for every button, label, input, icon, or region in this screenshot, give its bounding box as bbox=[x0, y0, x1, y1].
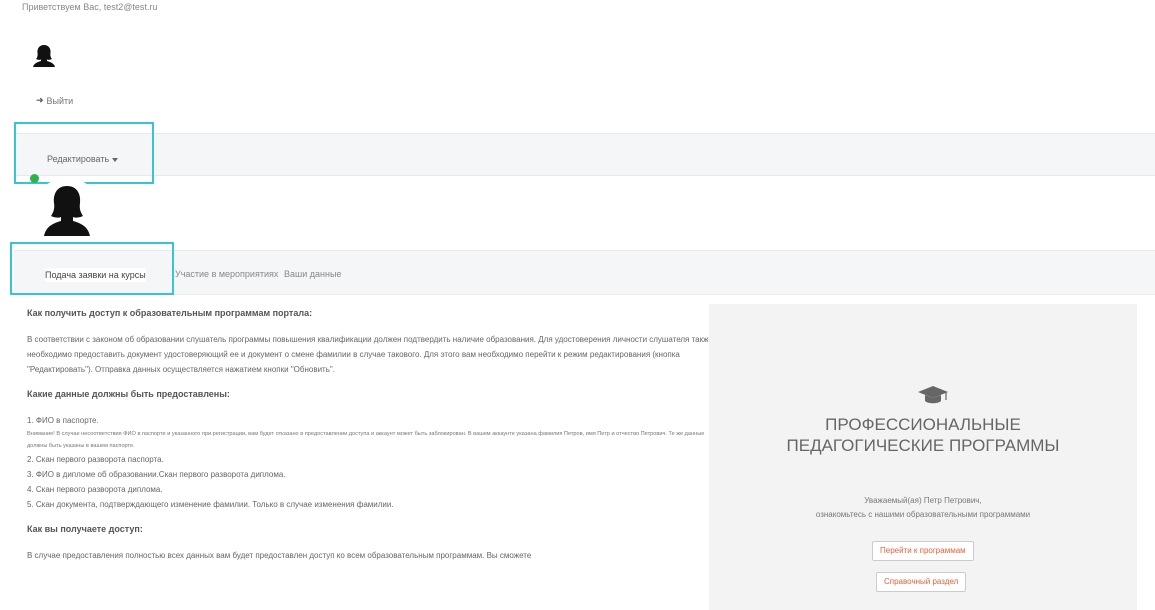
instructions-content: Как получить доступ к образовательным пр… bbox=[27, 306, 717, 570]
list-item: 2. Скан первого разворота паспорта. bbox=[27, 455, 164, 464]
brand-title: ПРОФЕССИОНАЛЬНЫЕ ПЕДАГОГИЧЕСКИЕ ПРОГРАММ… bbox=[786, 415, 1060, 455]
section-heading-data: Какие данные должны быть предоставлены: bbox=[27, 389, 230, 399]
logout-link[interactable]: ➜ Выйти bbox=[36, 95, 73, 106]
list-item: 1. ФИО в паспорте. bbox=[27, 416, 99, 425]
logout-label: Выйти bbox=[46, 95, 74, 106]
sign-out-icon: ➜ bbox=[36, 95, 44, 105]
access-paragraph: В случае предоставления полностью всех д… bbox=[27, 551, 532, 560]
graduation-cap-icon bbox=[918, 386, 948, 404]
required-data-list: 1. ФИО в паспорте. Внимание! В случае не… bbox=[27, 413, 717, 512]
profile-nav-bar bbox=[14, 133, 1155, 176]
edit-dropdown-label: Редактировать bbox=[47, 154, 119, 164]
list-item: 3. ФИО в дипломе об образовании.Скан пер… bbox=[27, 470, 286, 479]
welcome-text: Уважаемый(ая) Петр Петрович, ознакомьтес… bbox=[815, 496, 1031, 519]
tab-label: Подача заявки на курсы bbox=[45, 268, 146, 282]
list-item: 4. Скан первого разворота диплома. bbox=[27, 485, 163, 494]
section-heading-access: Как получить доступ к образовательным пр… bbox=[27, 308, 313, 318]
user-avatar-icon[interactable] bbox=[28, 40, 60, 72]
tab-apply-courses[interactable]: Подача заявки на курсы bbox=[10, 242, 174, 295]
programs-panel: ПРОФЕССИОНАЛЬНЫЕ ПЕДАГОГИЧЕСКИЕ ПРОГРАММ… bbox=[709, 304, 1137, 610]
online-status-dot bbox=[30, 174, 39, 183]
tab-your-data[interactable]: Ваши данные bbox=[284, 269, 341, 279]
section-heading-how: Как вы получаете доступ: bbox=[27, 524, 143, 534]
tab-events[interactable]: Участие в мероприятиях bbox=[175, 269, 278, 279]
warning-note: Внимание! В случае несоответствия ФИО в … bbox=[27, 431, 705, 449]
profile-avatar-icon bbox=[32, 178, 102, 248]
go-to-programs-button[interactable]: Перейти к программам bbox=[872, 541, 974, 561]
intro-paragraph: В соответствии с законом об образовании … bbox=[27, 335, 713, 374]
list-item: 5. Скан документа, подтверждающего измен… bbox=[27, 500, 394, 509]
caret-down-icon bbox=[112, 157, 119, 162]
greeting-text: Приветствуем Вас, test2@test.ru bbox=[22, 2, 158, 12]
reference-section-button[interactable]: Справочный раздел bbox=[876, 572, 967, 592]
